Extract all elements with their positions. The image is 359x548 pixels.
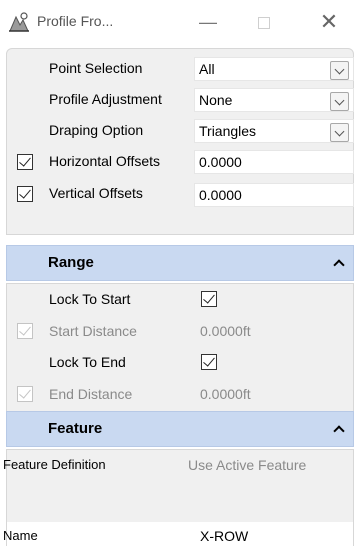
profile-adjustment-label: Profile Adjustment [49, 91, 162, 107]
vertical-offsets-row: Vertical Offsets 0.0000 [7, 180, 354, 208]
draping-option-dropdown[interactable]: Triangles [194, 119, 354, 143]
lock-to-end-row: Lock To End [7, 349, 353, 377]
name-value[interactable]: X-ROW [200, 528, 248, 544]
start-distance-row: Start Distance 0.0000ft [7, 318, 353, 346]
feature-definition-label: Feature Definition [3, 457, 106, 472]
lock-to-start-row: Lock To Start [7, 286, 353, 314]
end-distance-row: End Distance 0.0000ft [7, 381, 353, 409]
general-properties-panel: Point Selection All Profile Adjustment N… [6, 48, 354, 235]
horizontal-offsets-value: 0.0000 [199, 154, 242, 170]
vertical-offsets-checkbox[interactable] [17, 186, 33, 202]
feature-section-title: Feature [48, 420, 103, 437]
lock-to-end-checkbox[interactable] [201, 354, 217, 370]
chevron-up-icon[interactable] [333, 425, 345, 437]
chevron-down-icon[interactable] [330, 92, 349, 111]
start-distance-label: Start Distance [49, 323, 137, 339]
horizontal-offsets-row: Horizontal Offsets 0.0000 [7, 148, 354, 176]
chevron-down-icon[interactable] [330, 61, 349, 80]
point-selection-label: Point Selection [49, 60, 143, 76]
profile-adjustment-dropdown[interactable]: None [194, 88, 354, 112]
lock-to-start-label: Lock To Start [49, 291, 131, 307]
horizontal-offsets-label: Horizontal Offsets [49, 153, 161, 169]
maximize-icon [258, 17, 270, 30]
close-icon: ✕ [319, 9, 339, 34]
maximize-button[interactable] [244, 6, 284, 38]
title-bar: Profile Fro... — ✕ [0, 0, 359, 44]
feature-definition-value[interactable]: Use Active Feature [188, 457, 306, 473]
horizontal-offsets-input[interactable]: 0.0000 [194, 150, 354, 174]
point-selection-value: All [199, 61, 215, 77]
vertical-offsets-input[interactable]: 0.0000 [194, 183, 354, 207]
minimize-icon: — [199, 12, 217, 32]
end-distance-label: End Distance [49, 386, 133, 402]
profile-adjustment-value: None [199, 92, 233, 108]
draping-option-row: Draping Option Triangles [7, 117, 354, 145]
chevron-down-icon[interactable] [330, 123, 349, 142]
start-distance-value: 0.0000ft [200, 323, 251, 339]
draping-option-value: Triangles [199, 123, 257, 139]
point-selection-row: Point Selection All [7, 55, 354, 83]
point-selection-dropdown[interactable]: All [194, 57, 354, 81]
range-panel: Lock To Start Start Distance 0.0000ft Lo… [6, 283, 354, 413]
name-row: Name X-ROW [3, 522, 353, 548]
lock-to-end-label: Lock To End [49, 354, 126, 370]
horizontal-offsets-checkbox[interactable] [17, 154, 33, 170]
chevron-up-icon[interactable] [333, 259, 345, 271]
feature-section-header[interactable]: Feature [6, 411, 354, 447]
end-distance-value: 0.0000ft [200, 386, 251, 402]
name-label: Name [3, 528, 38, 543]
draping-option-label: Draping Option [49, 122, 144, 138]
close-button[interactable]: ✕ [304, 6, 354, 38]
profile-tool-icon [9, 12, 29, 32]
feature-panel: Feature Definition Use Active Feature Na… [3, 449, 354, 548]
minimize-button[interactable]: — [188, 6, 228, 38]
start-distance-checkbox[interactable] [17, 323, 33, 339]
vertical-offsets-label: Vertical Offsets [49, 185, 143, 201]
range-section-header[interactable]: Range [6, 245, 354, 281]
profile-adjustment-row: Profile Adjustment None [7, 86, 354, 114]
end-distance-checkbox[interactable] [17, 386, 33, 402]
feature-definition-row: Feature Definition Use Active Feature [3, 452, 353, 480]
window-title: Profile Fro... [37, 13, 114, 29]
range-section-title: Range [48, 254, 94, 271]
vertical-offsets-value: 0.0000 [199, 187, 242, 203]
lock-to-start-checkbox[interactable] [201, 291, 217, 307]
